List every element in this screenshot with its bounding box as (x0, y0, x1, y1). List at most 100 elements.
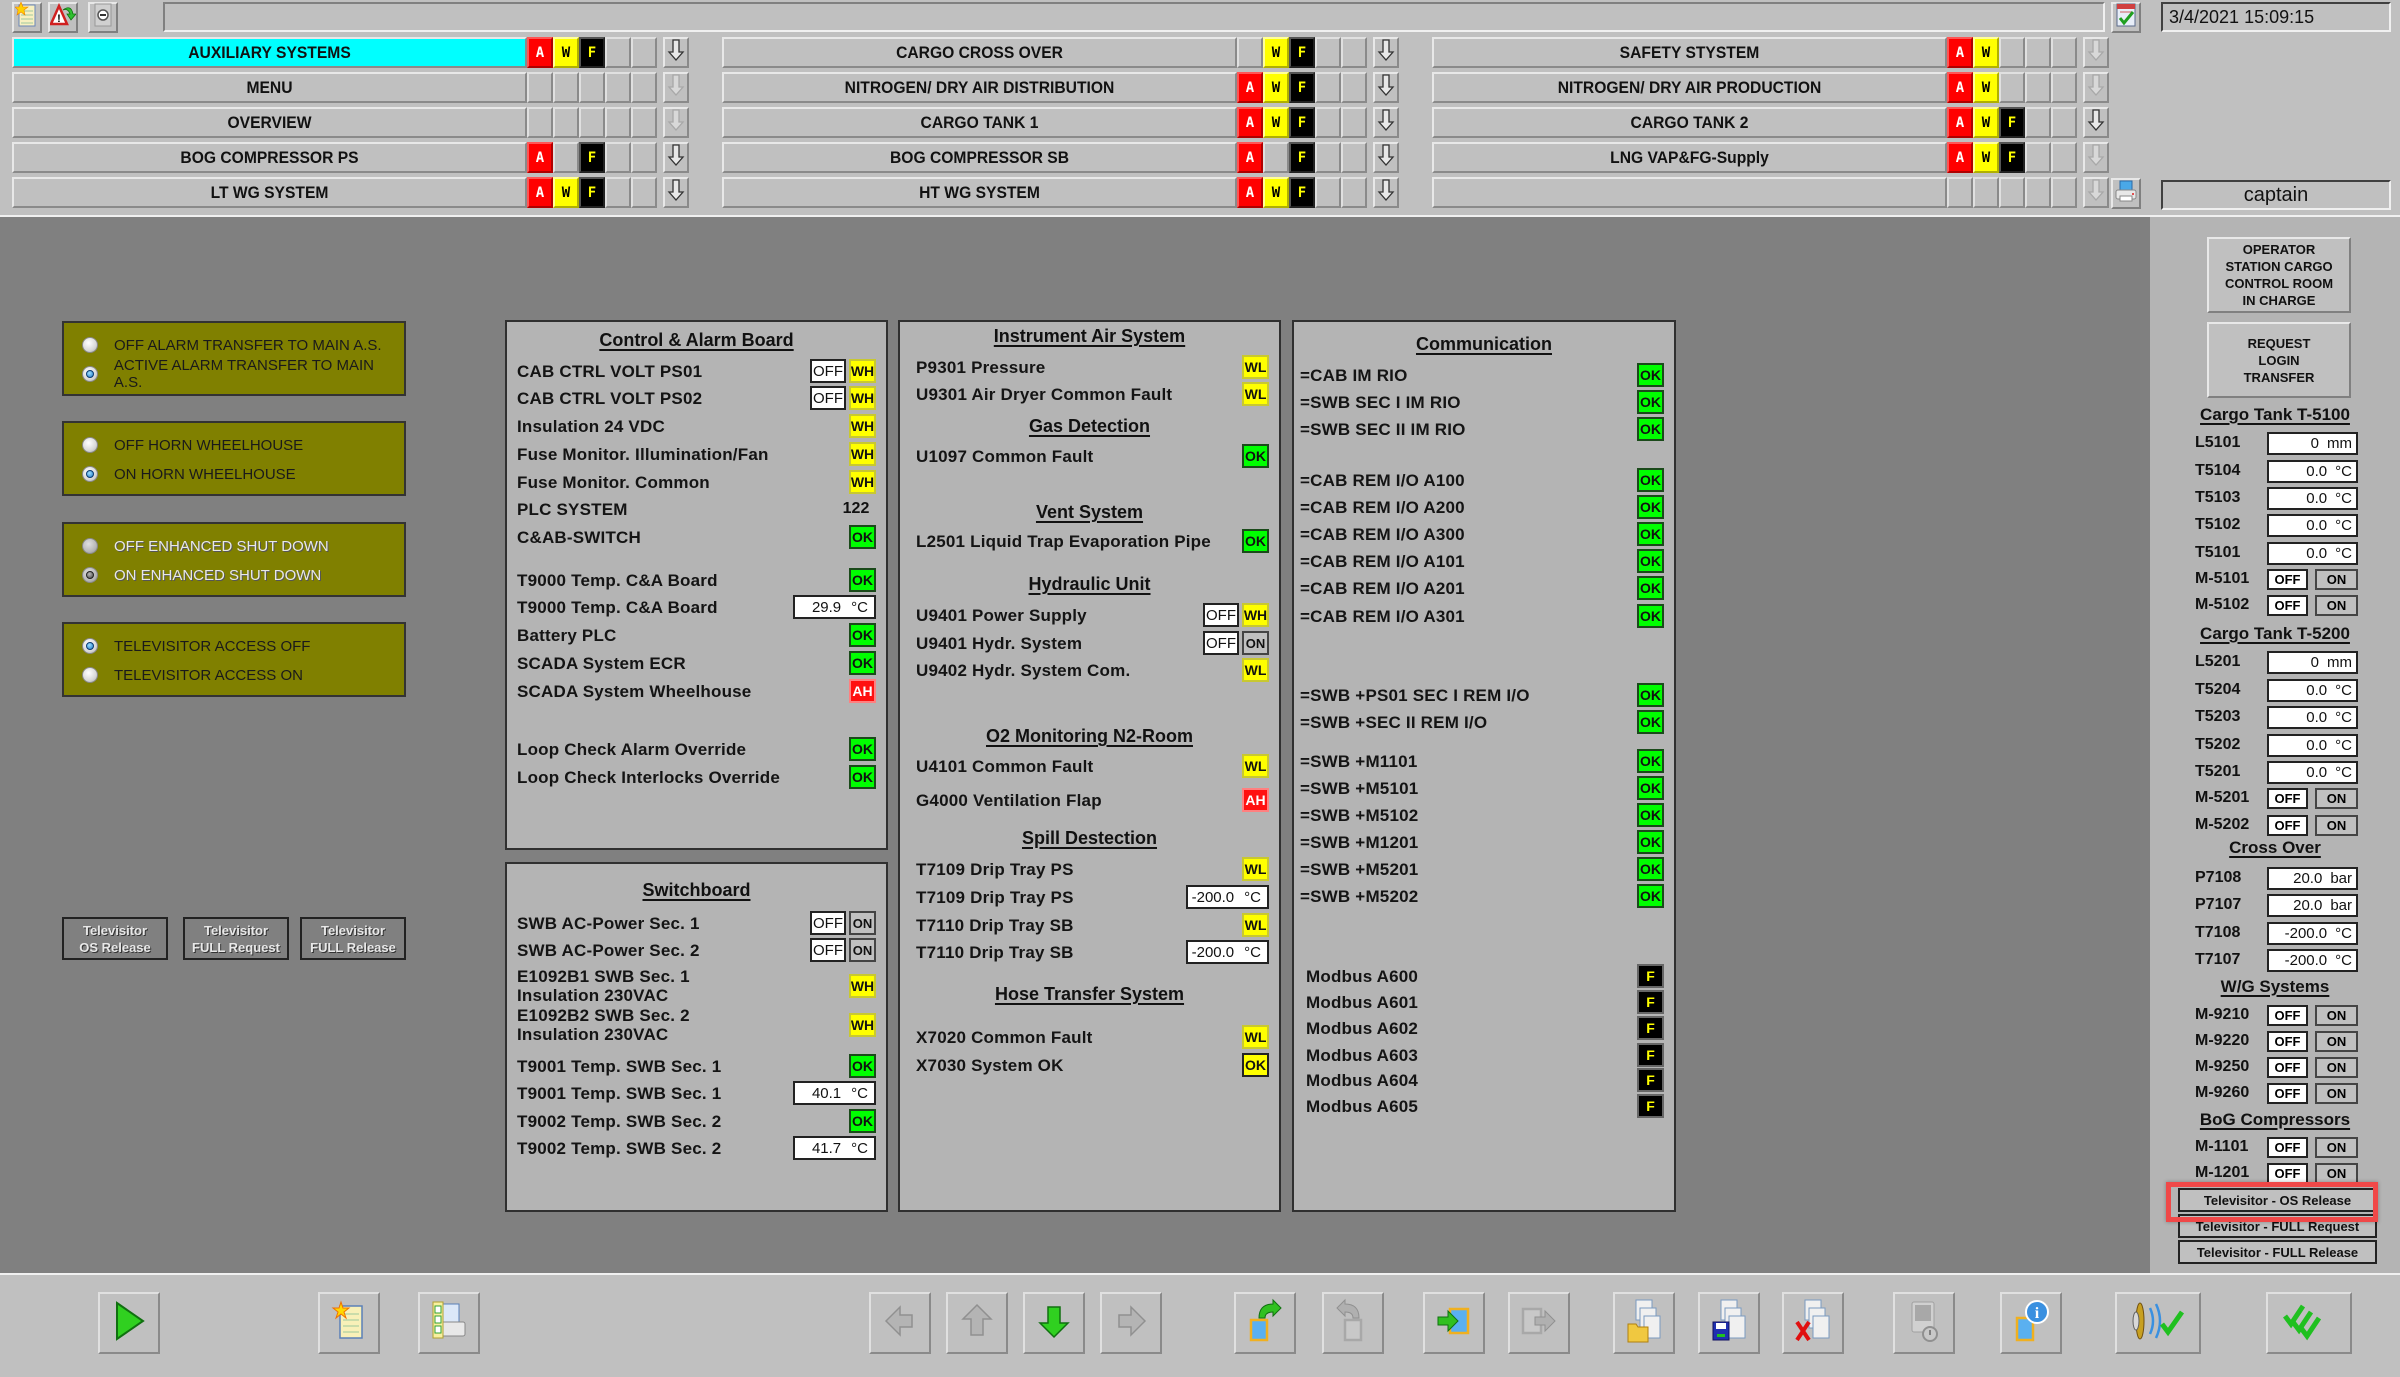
nav-arrow-button[interactable] (1373, 37, 1399, 68)
nav-arrow-button[interactable] (1373, 142, 1399, 173)
off-button[interactable]: OFF (810, 386, 846, 410)
radio-option[interactable]: OFF ALARM TRANSFER TO MAIN A.S. (82, 334, 382, 356)
on-button[interactable]: ON (849, 911, 876, 935)
radio-option[interactable]: TELEVISITOR ACCESS ON (82, 664, 303, 686)
radio-option[interactable]: ACTIVE ALARM TRANSFER TO MAIN A.S. (82, 357, 404, 391)
radio-button[interactable] (82, 337, 98, 353)
off-button[interactable]: OFF (810, 938, 846, 962)
on-button[interactable]: ON (2315, 1030, 2358, 1052)
radio-button[interactable] (82, 437, 98, 453)
radio-option[interactable]: OFF ENHANCED SHUT DOWN (82, 535, 329, 557)
request-login-transfer-button[interactable]: REQUEST LOGIN TRANSFER (2207, 322, 2351, 398)
radio-button[interactable] (82, 667, 98, 683)
off-button[interactable]: OFF (2267, 1056, 2308, 1078)
radio-option[interactable]: TELEVISITOR ACCESS OFF (82, 635, 310, 657)
radio-button[interactable] (82, 366, 98, 382)
minimize-button[interactable] (88, 2, 118, 33)
arrow-left-button[interactable] (869, 1292, 931, 1354)
new-sheet-button[interactable] (318, 1292, 380, 1354)
on-button[interactable]: ON (2315, 1082, 2358, 1104)
nav-arrow-button[interactable] (663, 107, 689, 138)
nav-arrow-button[interactable] (2083, 37, 2109, 68)
back-page-button[interactable] (1234, 1292, 1296, 1354)
nav-button[interactable]: NITROGEN/ DRY AIR DISTRIBUTION (722, 72, 1237, 103)
televisitor-button[interactable]: Televisitor FULL Request (183, 917, 289, 960)
arrow-up-button[interactable] (946, 1292, 1008, 1354)
nav-button[interactable]: OVERVIEW (12, 107, 527, 138)
radio-button[interactable] (82, 638, 98, 654)
on-button[interactable]: ON (2315, 1136, 2358, 1158)
nav-button[interactable]: MENU (12, 72, 527, 103)
off-button[interactable]: OFF (2267, 1082, 2308, 1104)
on-button[interactable]: ON (2315, 814, 2358, 836)
nav-arrow-button[interactable] (663, 142, 689, 173)
on-button[interactable]: ON (2315, 787, 2358, 809)
televisitor-sidebar-button[interactable]: Televisitor - FULL Request (2178, 1214, 2377, 1238)
off-button[interactable]: OFF (2267, 787, 2308, 809)
off-button[interactable]: OFF (2267, 814, 2308, 836)
play-button[interactable] (98, 1292, 160, 1354)
televisitor-button[interactable]: Televisitor FULL Release (300, 917, 406, 960)
info-button[interactable]: i (2000, 1292, 2062, 1354)
on-button[interactable]: ON (2315, 1056, 2358, 1078)
sound-acknowledge-button[interactable] (2115, 1292, 2201, 1354)
nav-button[interactable]: AUXILIARY SYSTEMS (12, 37, 527, 68)
calendar-check-button[interactable] (2111, 2, 2141, 33)
nav-button[interactable]: CARGO CROSS OVER (722, 37, 1237, 68)
off-button[interactable]: OFF (2267, 1004, 2308, 1026)
radio-button[interactable] (82, 567, 98, 583)
nav-arrow-button[interactable] (663, 72, 689, 103)
televisitor-button[interactable]: Televisitor OS Release (62, 917, 168, 960)
nav-button[interactable]: BOG COMPRESSOR SB (722, 142, 1237, 173)
off-button[interactable]: OFF (2267, 1030, 2308, 1052)
off-button[interactable]: OFF (1203, 603, 1239, 627)
nav-button[interactable] (1432, 177, 1947, 208)
radio-option[interactable]: ON ENHANCED SHUT DOWN (82, 564, 321, 586)
save-button[interactable] (1698, 1292, 1760, 1354)
nav-button[interactable]: LT WG SYSTEM (12, 177, 527, 208)
arrow-right-button[interactable] (1100, 1292, 1162, 1354)
radio-option[interactable]: ON HORN WHEELHOUSE (82, 463, 296, 485)
forward-page-button[interactable] (1322, 1292, 1384, 1354)
televisitor-sidebar-button[interactable]: Televisitor - OS Release (2178, 1188, 2377, 1212)
alarm-acknowledge-button[interactable]: ! (48, 2, 78, 33)
open-folder-button[interactable] (1613, 1292, 1675, 1354)
off-button[interactable]: OFF (810, 911, 846, 935)
on-button[interactable]: ON (2315, 594, 2358, 616)
print-button[interactable] (2111, 178, 2141, 209)
delete-button[interactable] (1782, 1292, 1844, 1354)
televisitor-sidebar-button[interactable]: Televisitor - FULL Release (2178, 1240, 2377, 1264)
radio-button[interactable] (82, 466, 98, 482)
nav-button[interactable]: BOG COMPRESSOR PS (12, 142, 527, 173)
nav-button[interactable]: SAFETY STYSTEM (1432, 37, 1947, 68)
radio-option[interactable]: OFF HORN WHEELHOUSE (82, 434, 303, 456)
on-button[interactable]: ON (2315, 568, 2358, 590)
off-button[interactable]: OFF (2267, 1162, 2308, 1184)
nav-arrow-button[interactable] (663, 37, 689, 68)
nav-button[interactable]: NITROGEN/ DRY AIR PRODUCTION (1432, 72, 1947, 103)
radio-button[interactable] (82, 538, 98, 554)
nav-arrow-button[interactable] (2083, 107, 2109, 138)
on-button[interactable]: ON (1242, 631, 1269, 655)
arrow-down-button[interactable] (1023, 1292, 1085, 1354)
nav-button[interactable]: HT WG SYSTEM (722, 177, 1237, 208)
off-button[interactable]: OFF (1203, 631, 1239, 655)
nav-button[interactable]: LNG VAP&FG-Supply (1432, 142, 1947, 173)
off-button[interactable]: OFF (810, 359, 846, 383)
nav-arrow-button[interactable] (663, 177, 689, 208)
operator-station-button[interactable]: OPERATOR STATION CARGO CONTROL ROOM IN CHAR… (2207, 237, 2351, 313)
new-sheet-button[interactable] (12, 1, 42, 33)
nav-arrow-button[interactable] (1373, 177, 1399, 208)
nav-button[interactable]: CARGO TANK 1 (722, 107, 1237, 138)
nav-arrow-button[interactable] (2083, 177, 2109, 208)
off-button[interactable]: OFF (2267, 568, 2308, 590)
nav-arrow-button[interactable] (2083, 72, 2109, 103)
on-button[interactable]: ON (2315, 1162, 2358, 1184)
off-button[interactable]: OFF (2267, 1136, 2308, 1158)
nav-arrow-button[interactable] (1373, 72, 1399, 103)
exit-page-button[interactable] (1508, 1292, 1570, 1354)
nav-arrow-button[interactable] (1373, 107, 1399, 138)
nav-button[interactable]: CARGO TANK 2 (1432, 107, 1947, 138)
enter-page-button[interactable] (1423, 1292, 1485, 1354)
on-button[interactable]: ON (849, 938, 876, 962)
